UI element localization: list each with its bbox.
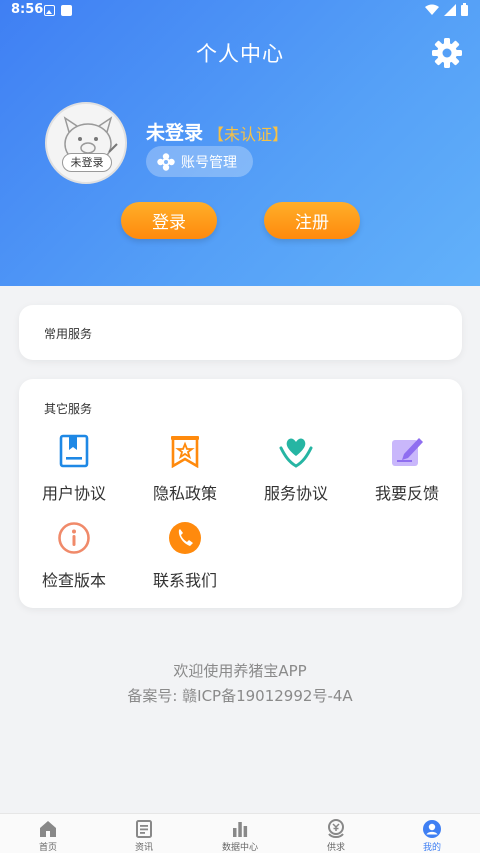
- service-check-version[interactable]: 检查版本: [19, 521, 129, 591]
- service-label: 用户协议: [41, 484, 106, 503]
- service-label: 服务协议: [263, 484, 328, 503]
- tab-label: 供求: [326, 843, 345, 853]
- tab-label: 我的: [422, 843, 441, 853]
- common-services-title: 常用服务: [44, 327, 93, 341]
- app-notification-icon: [61, 5, 72, 16]
- tab-supply-demand[interactable]: 供求: [288, 814, 384, 853]
- service-label: 联系我们: [152, 571, 217, 590]
- welcome-text: 欢迎使用养猪宝APP: [173, 662, 307, 680]
- profile-header: 8:56 个人中心 未登录 未登录 【未认证】 账号管理 登录 注册: [0, 0, 480, 286]
- pig-avatar-icon: [63, 116, 118, 165]
- common-services-card: 常用服务: [19, 305, 462, 360]
- user-name: 未登录: [146, 122, 204, 144]
- avatar-login-badge: 未登录: [62, 153, 112, 172]
- status-time: 8:56: [11, 2, 44, 17]
- settings-flower-icon: [157, 152, 175, 171]
- icp-record-text: 备案号: 赣ICP备19012992号-4A: [127, 687, 353, 705]
- register-button[interactable]: 注册: [264, 202, 360, 239]
- trade-icon: [328, 819, 344, 838]
- signal-icon: [444, 3, 456, 16]
- service-label: 隐私政策: [152, 484, 217, 503]
- tab-label: 资讯: [134, 843, 153, 853]
- account-management-label: 账号管理: [181, 154, 237, 171]
- info-icon: [58, 522, 90, 554]
- document-icon: [59, 434, 89, 468]
- service-service-agreement[interactable]: 服务协议: [241, 434, 351, 504]
- heart-hands-icon: [279, 438, 313, 468]
- wifi-icon: [425, 4, 439, 15]
- battery-icon: [461, 3, 468, 16]
- edit-icon: [392, 438, 423, 466]
- gallery-notification-icon: [44, 5, 55, 16]
- page-title: 个人中心: [196, 42, 284, 66]
- phone-icon: [169, 522, 201, 554]
- tab-label: 首页: [38, 843, 57, 853]
- news-icon: [136, 820, 152, 838]
- tab-news[interactable]: 资讯: [96, 814, 192, 853]
- profile-icon: [423, 820, 441, 838]
- service-label: 检查版本: [41, 571, 106, 590]
- tab-label: 数据中心: [221, 843, 258, 853]
- login-button[interactable]: 登录: [121, 202, 217, 239]
- star-bookmark-icon: [171, 436, 199, 469]
- other-services-card: 其它服务 用户协议 隐私政策 服务协议 我要反馈 检查版本 联系我们: [19, 379, 462, 608]
- tab-mine[interactable]: 我的: [384, 814, 480, 853]
- tab-data-center[interactable]: 数据中心: [192, 814, 288, 853]
- service-privacy-policy[interactable]: 隐私政策: [130, 434, 240, 504]
- service-contact-us[interactable]: 联系我们: [130, 521, 240, 591]
- gear-icon[interactable]: [431, 37, 463, 69]
- verification-status: 【未认证】: [208, 125, 289, 144]
- bottom-tab-bar: 首页 资讯 数据中心 供求 我的: [0, 813, 480, 853]
- status-bar: 8:56: [0, 0, 480, 22]
- service-user-agreement[interactable]: 用户协议: [19, 434, 129, 504]
- service-label: 我要反馈: [374, 484, 439, 503]
- tab-home[interactable]: 首页: [0, 814, 96, 853]
- chart-icon: [233, 822, 248, 837]
- account-management-button[interactable]: 账号管理: [146, 146, 253, 177]
- home-icon: [40, 821, 56, 837]
- service-feedback[interactable]: 我要反馈: [352, 434, 462, 504]
- other-services-title: 其它服务: [44, 402, 93, 416]
